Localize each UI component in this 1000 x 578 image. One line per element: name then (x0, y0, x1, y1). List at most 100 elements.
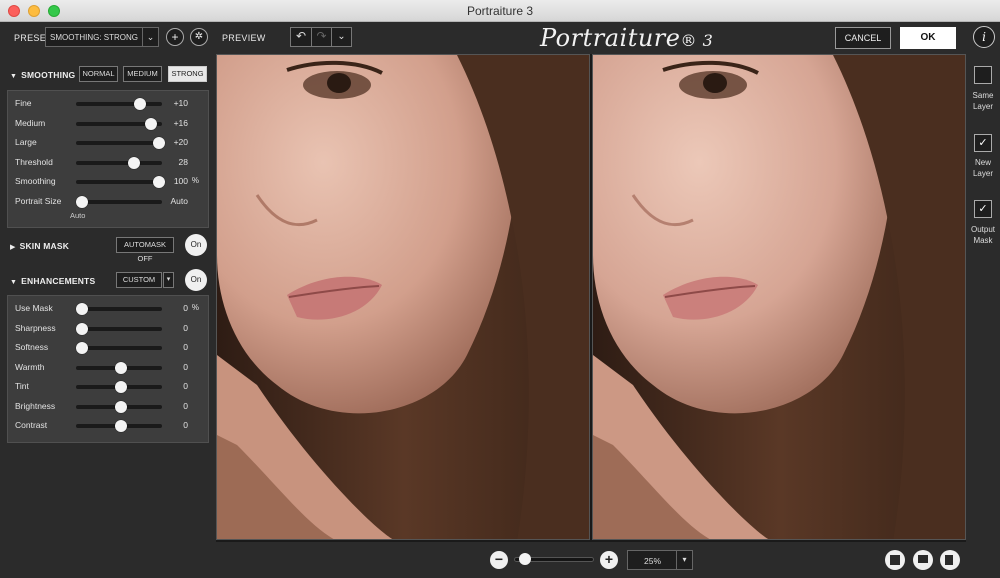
settings-button[interactable]: ✲ (190, 28, 208, 46)
slider-track[interactable] (76, 176, 166, 188)
info-icon: i (982, 30, 986, 44)
triangle-down-icon: ▼ (10, 73, 18, 80)
slider-row: Portrait Size Auto (8, 193, 208, 211)
title-bar: Portraiture 3 (0, 0, 1000, 22)
preset-value: SMOOTHING: STRONG (50, 33, 138, 42)
slider-knob[interactable] (76, 322, 89, 335)
slider-track[interactable] (76, 117, 162, 130)
slider-knob[interactable] (76, 342, 89, 354)
slider-row: Brightness 0 (8, 398, 208, 416)
slider-row: Large +20 (8, 134, 208, 152)
slider-knob[interactable] (114, 420, 127, 432)
history-dropdown-button[interactable]: ⌄ (332, 28, 351, 46)
slider-knob[interactable] (114, 381, 127, 393)
split-horizontal-icon (918, 555, 928, 565)
output-mask-checkbox[interactable]: ✓ (974, 200, 992, 218)
chevron-down-icon: ⌄ (142, 28, 158, 46)
enhancements-mode-dropdown[interactable]: CUSTOM (116, 272, 162, 288)
zoom-out-button[interactable]: − (490, 551, 508, 569)
slider-label: Contrast (15, 420, 48, 430)
slider-knob[interactable] (114, 361, 127, 374)
split-vertical-button[interactable] (940, 550, 960, 570)
zoom-slider-knob[interactable] (518, 553, 531, 565)
slider-track[interactable] (76, 156, 162, 169)
slider-knob[interactable] (128, 156, 141, 169)
new-layer-label-line2: Layer (972, 169, 993, 178)
slider-track[interactable] (76, 322, 162, 335)
new-layer-checkbox[interactable]: ✓ (974, 134, 992, 152)
slider-unit: % (191, 176, 199, 185)
automask-button[interactable]: AUTOMASK OFF (116, 237, 174, 263)
slider-label: Fine (15, 98, 32, 108)
slider-track[interactable] (76, 361, 162, 374)
ok-button[interactable]: OK (900, 27, 956, 49)
slider-knob[interactable] (76, 303, 89, 315)
slider-value: 0 (183, 400, 188, 411)
slider-knob[interactable] (76, 195, 89, 208)
slider-track[interactable] (76, 303, 162, 315)
zoom-slider[interactable] (514, 553, 594, 565)
skin-mask-section-toggle[interactable]: ▶ SKIN MASK (10, 241, 69, 251)
mode-normal-button[interactable]: NORMAL (79, 66, 118, 82)
slider-value: +20 (173, 137, 188, 147)
chevron-down-icon: ⌄ (337, 31, 346, 42)
slider-knob[interactable] (153, 176, 166, 188)
smoothing-section-toggle[interactable]: ▼ SMOOTHING (10, 70, 75, 80)
slider-track[interactable] (76, 195, 162, 208)
slider-value: 100 (173, 176, 188, 186)
output-mask-label: Output Mask (966, 224, 1000, 246)
zoom-in-button[interactable]: + (600, 551, 618, 569)
slider-track[interactable] (76, 342, 162, 354)
after-image[interactable] (592, 54, 966, 540)
slider-track[interactable] (76, 400, 162, 413)
split-horizontal-button[interactable] (913, 550, 933, 570)
slider-track[interactable] (76, 98, 162, 110)
preset-dropdown[interactable]: SMOOTHING: STRONG ⌄ (45, 27, 159, 47)
slider-label: Medium (15, 117, 46, 128)
new-layer-label: New Layer (966, 157, 1000, 179)
enhancements-mode-caret[interactable]: ▾ (163, 272, 174, 288)
skin-mask-toggle[interactable]: On (185, 234, 207, 256)
enhancements-toggle[interactable]: On (185, 269, 207, 291)
slider-value: Auto (170, 195, 189, 206)
same-layer-label: Same Layer (966, 90, 1000, 112)
slider-track[interactable] (76, 420, 162, 432)
undo-button[interactable]: ↶ (291, 28, 312, 46)
checkmark-icon: ✓ (978, 137, 988, 149)
cancel-button[interactable]: CANCEL (835, 27, 891, 49)
slider-row: Smoothing 100% (8, 173, 208, 191)
slider-knob[interactable] (114, 400, 127, 413)
slider-track[interactable] (76, 137, 166, 149)
preview-area[interactable] (216, 54, 966, 542)
slider-value: 0 (183, 342, 188, 352)
logo-text: Portraiture (540, 24, 681, 52)
slider-value: 0 (183, 381, 188, 391)
single-view-icon (890, 555, 900, 565)
slider-row: Sharpness 0 (8, 320, 208, 338)
smoothing-title: SMOOTHING (21, 70, 76, 80)
enhancements-section-toggle[interactable]: ▼ ENHANCEMENTS (10, 276, 95, 286)
slider-knob[interactable] (144, 117, 157, 130)
slider-row: Contrast 0 (8, 417, 208, 435)
slider-label: Tint (15, 381, 29, 391)
single-view-button[interactable] (885, 550, 905, 570)
info-button[interactable]: i (973, 26, 995, 48)
before-image[interactable] (216, 54, 590, 540)
slider-knob[interactable] (153, 137, 166, 149)
same-layer-label-line1: Same (972, 91, 994, 100)
mode-strong-button[interactable]: STRONG (168, 66, 207, 82)
add-preset-button[interactable]: + (166, 28, 184, 46)
redo-button[interactable]: ↷ (312, 28, 332, 46)
slider-track[interactable] (76, 381, 162, 393)
slider-value: 0 (183, 420, 188, 430)
slider-value: 0 (183, 303, 188, 313)
plus-icon: + (604, 551, 614, 567)
same-layer-checkbox[interactable] (974, 66, 992, 84)
slider-knob[interactable] (133, 98, 146, 110)
mode-medium-button[interactable]: MEDIUM (123, 66, 162, 82)
zoom-dropdown[interactable]: 25% ▾ (627, 550, 693, 570)
output-mask-label-line1: Output (970, 225, 995, 234)
slider-value: 0 (183, 361, 188, 372)
portrait-after-image (593, 55, 965, 539)
redo-icon: ↷ (316, 29, 327, 43)
